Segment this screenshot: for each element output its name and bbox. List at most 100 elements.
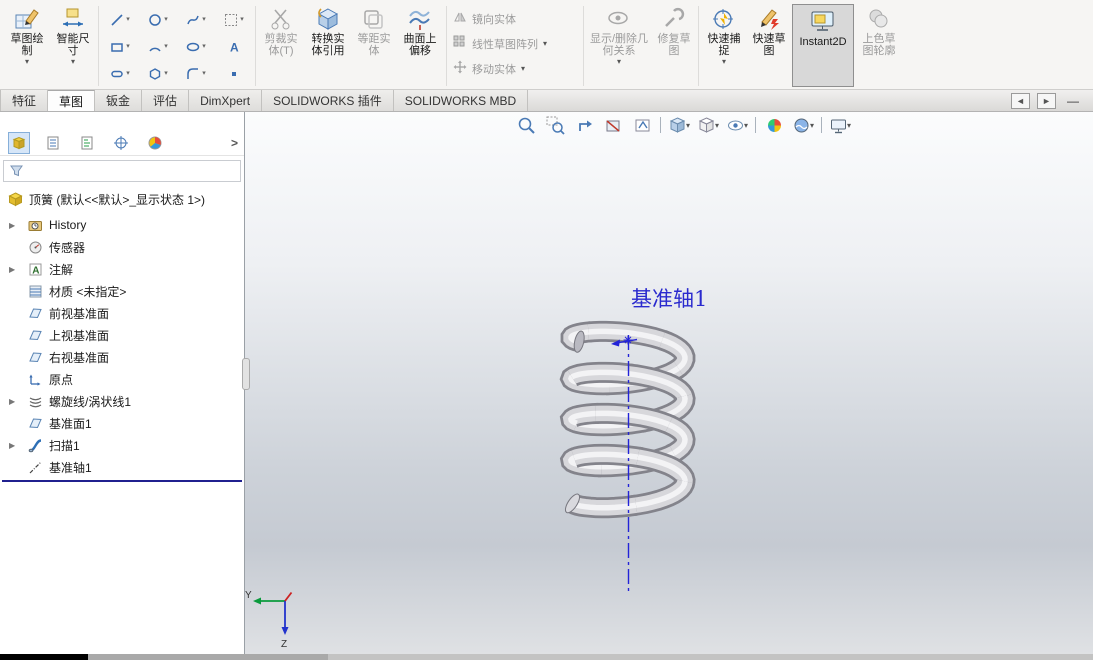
linear-sketch-pattern-icon — [453, 35, 467, 52]
tree-item-helix[interactable]: ▶ 螺旋线/涡状线1 — [0, 390, 244, 412]
ellipse-tool-icon[interactable]: ▾ — [177, 33, 215, 60]
zoom-to-fit-icon[interactable] — [515, 115, 537, 135]
spring-model[interactable] — [559, 320, 696, 519]
slot-tool-icon[interactable]: ▾ — [101, 60, 139, 87]
convert-entities-icon — [315, 5, 341, 33]
tree-filter-field[interactable] — [3, 160, 241, 182]
chevron-down-icon: ▾ — [721, 57, 726, 66]
shaded-sketch-contours-label: 上色草图轮廓 — [862, 33, 896, 57]
part-icon — [8, 191, 23, 207]
ribbon-separator — [255, 6, 256, 86]
tab-sheet-metal[interactable]: 钣金 — [95, 90, 143, 111]
polygon-tool-icon[interactable]: ▾ — [139, 60, 177, 87]
previous-view-icon[interactable] — [573, 115, 595, 135]
point-tool-icon[interactable] — [215, 60, 253, 87]
section-view-icon[interactable] — [602, 115, 624, 135]
convert-entities-button[interactable]: 转换实体引用 — [304, 2, 352, 89]
tree-item-sensors[interactable]: 传感器 — [0, 236, 244, 258]
displaymanager-tab[interactable] — [144, 132, 166, 154]
x-axis-stub — [284, 591, 293, 602]
tab-features[interactable]: 特征 — [0, 90, 49, 111]
rectangle-tool-icon[interactable]: ▾ — [101, 33, 139, 60]
quick-snaps-button[interactable]: 快速捕捉 ▾ — [701, 2, 747, 89]
expand-arrow-icon[interactable]: ▶ — [9, 397, 15, 406]
command-manager-tabs: 特征 草图 钣金 评估 DimXpert SOLIDWORKS 插件 SOLID… — [0, 90, 1093, 112]
filter-funnel-icon — [10, 165, 23, 177]
zoom-to-area-icon[interactable] — [544, 115, 566, 135]
minimize-ribbon-button[interactable]: — — [1063, 94, 1083, 108]
panel-expand-arrow[interactable]: > — [231, 136, 238, 150]
display-style-icon[interactable]: ▾ — [697, 115, 719, 135]
sketch-button[interactable]: 草图绘制 ▾ — [4, 2, 50, 89]
tree-item-front-plane[interactable]: 前视基准面 — [0, 302, 244, 324]
plane-icon — [28, 328, 43, 343]
tab-dimxpert[interactable]: DimXpert — [189, 90, 263, 111]
svg-text:A: A — [32, 265, 39, 276]
dimxpertmanager-tab[interactable] — [110, 132, 132, 154]
surface-offset-button[interactable]: 曲面上偏移 — [396, 2, 444, 89]
display-delete-relations-label: 显示/删除几何关系 — [589, 33, 649, 57]
sketch-label: 草图绘制 — [10, 33, 44, 57]
instant2d-button[interactable]: Instant2D — [792, 4, 854, 87]
fillet-tool-icon[interactable]: ▾ — [177, 60, 215, 87]
edit-appearance-icon[interactable] — [763, 115, 785, 135]
featuremanager-icon — [12, 136, 26, 149]
plane-icon — [28, 306, 43, 321]
tree-item-right-plane[interactable]: 右视基准面 — [0, 346, 244, 368]
surface-offset-icon — [407, 5, 433, 33]
panel-resize-grip[interactable] — [242, 358, 250, 390]
tree-item-plane1[interactable]: 基准面1 — [0, 412, 244, 434]
text-tool-icon[interactable]: A — [215, 33, 253, 60]
spline-tool-icon[interactable]: ▾ — [177, 6, 215, 33]
mirror-entities-icon — [453, 10, 467, 27]
propertymanager-tab[interactable] — [42, 132, 64, 154]
pattern-tool-icon[interactable]: ▾ — [215, 6, 253, 33]
panel-tab-bar: > — [0, 130, 244, 156]
tree-root-item[interactable]: 顶簧 (默认<<默认>_显示状态 1>) — [0, 188, 244, 210]
expand-arrow-icon[interactable]: ▶ — [9, 221, 15, 230]
toolbar-separator — [821, 117, 822, 133]
configurationmanager-icon — [81, 136, 93, 149]
tree-item-history[interactable]: ▶ History — [0, 214, 244, 236]
ribbon: 草图绘制 ▾ 智能尺寸 ▾ ▾ ▾ ▾ ▾ ▾ ▾ ▾ A ▾ ▾ ▾ 剪裁实体… — [0, 0, 1093, 90]
tab-solidworks-mbd[interactable]: SOLIDWORKS MBD — [393, 90, 529, 111]
model-view[interactable]: 基准轴1 Y Z — [245, 112, 1093, 654]
apply-scene-icon[interactable]: ▾ — [792, 115, 814, 135]
tree-item-sweep1[interactable]: ▶ 扫描1 — [0, 434, 244, 456]
featuremanager-tab[interactable] — [8, 131, 30, 154]
rapid-sketch-button[interactable]: 快速草图 — [747, 2, 791, 89]
tree-item-material[interactable]: 材质 <未指定> — [0, 280, 244, 302]
tree-item-annotations[interactable]: ▶ A 注解 — [0, 258, 244, 280]
tab-evaluate[interactable]: 评估 — [142, 90, 190, 111]
trim-entities-label: 剪裁实体(T) — [264, 33, 298, 57]
hide-show-items-icon[interactable]: ▾ — [726, 115, 748, 135]
pane-right-button[interactable]: ► — [1037, 92, 1056, 109]
offset-entities-label: 等距实体 — [357, 33, 391, 57]
rapid-sketch-icon — [756, 5, 782, 33]
view-orientation-icon[interactable]: ▾ — [668, 115, 690, 135]
tree-item-top-plane[interactable]: 上视基准面 — [0, 324, 244, 346]
tab-sketch[interactable]: 草图 — [48, 90, 96, 111]
graphics-viewport[interactable]: ▾ ▾ ▾ ▾ ▾ 基准轴1 Y Z — [245, 112, 1093, 654]
rapid-sketch-label: 快速草图 — [752, 33, 786, 57]
rollback-bar[interactable] — [2, 480, 242, 482]
offset-entities-icon — [361, 5, 387, 33]
quick-snaps-icon — [711, 5, 737, 33]
tree-item-axis1[interactable]: 基准轴1 — [0, 456, 244, 478]
tree-item-origin[interactable]: 原点 — [0, 368, 244, 390]
expand-arrow-icon[interactable]: ▶ — [9, 441, 15, 450]
pane-left-button[interactable]: ◄ — [1011, 92, 1030, 109]
circle-tool-icon[interactable]: ▾ — [139, 6, 177, 33]
view-settings-icon[interactable]: ▾ — [829, 115, 851, 135]
expand-arrow-icon[interactable]: ▶ — [9, 265, 15, 274]
3d-drawing-view-icon[interactable] — [631, 115, 653, 135]
line-tool-icon[interactable]: ▾ — [101, 6, 139, 33]
move-entities-label: 移动实体 — [472, 63, 516, 76]
toolbar-separator — [755, 117, 756, 133]
tab-solidworks-addins[interactable]: SOLIDWORKS 插件 — [262, 90, 394, 111]
smart-dimension-button[interactable]: 智能尺寸 ▾ — [50, 2, 96, 89]
configurationmanager-tab[interactable] — [76, 132, 98, 154]
bottom-strip — [0, 654, 1093, 660]
annotations-folder-icon: A — [28, 262, 43, 277]
arc-tool-icon[interactable]: ▾ — [139, 33, 177, 60]
